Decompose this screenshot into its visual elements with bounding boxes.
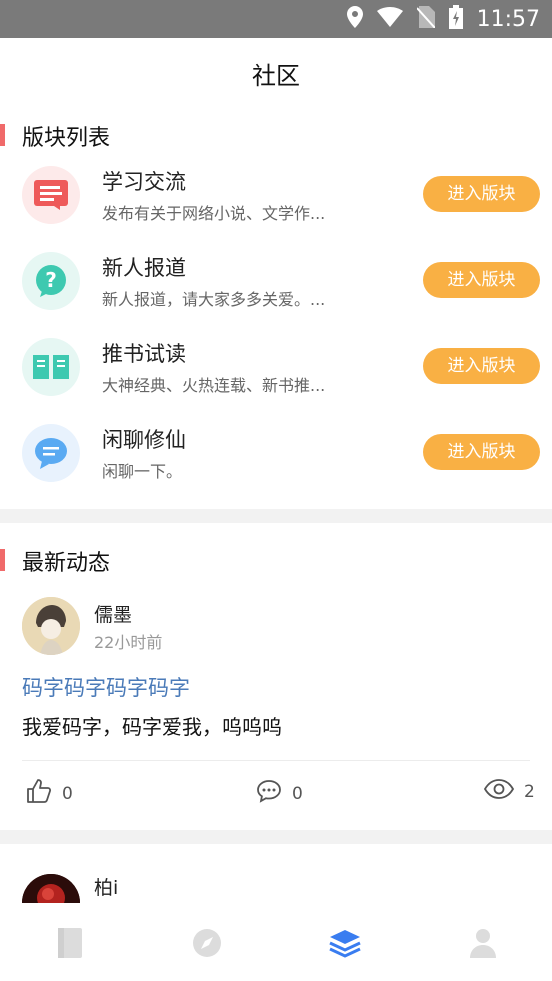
- wifi-icon: [376, 7, 403, 31]
- discover-icon[interactable]: [189, 925, 225, 961]
- board-item-recommend[interactable]: 推书试读 大神经典、火热连载、新书推... 进入版块: [0, 338, 552, 424]
- post-body: 我爱码字，码字爱我，呜呜呜: [22, 715, 282, 739]
- board-item-chat[interactable]: 闲聊修仙 闲聊一下。 进入版块: [0, 424, 552, 510]
- community-icon[interactable]: [327, 925, 363, 961]
- board-description: 发布有关于网络小说、文学作...: [102, 204, 326, 223]
- board-description: 大神经典、火热连载、新书推...: [102, 376, 326, 395]
- comment-action[interactable]: 0: [256, 778, 303, 809]
- svg-text:?: ?: [45, 268, 57, 292]
- no-sim-icon: [415, 6, 436, 32]
- post-divider: [22, 760, 530, 761]
- profile-icon[interactable]: [465, 925, 501, 961]
- chat-icon: [22, 424, 80, 482]
- post-username: 儒墨: [94, 604, 133, 626]
- section-divider: [0, 830, 552, 844]
- enter-board-button[interactable]: 进入版块: [423, 434, 540, 470]
- question-icon: ?: [22, 252, 80, 310]
- board-description: 闲聊一下。: [102, 462, 183, 481]
- board-name: 新人报道: [102, 256, 186, 280]
- comment-icon: [256, 778, 282, 809]
- thumbs-up-icon: [26, 778, 52, 809]
- board-name: 闲聊修仙: [102, 428, 186, 452]
- comment-count: 0: [292, 783, 303, 804]
- clock: 11:57: [476, 6, 540, 32]
- board-name: 推书试读: [102, 342, 186, 366]
- enter-board-button[interactable]: 进入版块: [423, 348, 540, 384]
- board-item-newcomer[interactable]: ? 新人报道 新人报道，请大家多多关爱。... 进入版块: [0, 252, 552, 338]
- view-stat: 2: [483, 778, 535, 805]
- section-accent-bar: [0, 124, 5, 146]
- eye-icon: [483, 778, 515, 805]
- boards-section-title: 版块列表: [22, 126, 111, 151]
- book-icon: [22, 338, 80, 396]
- board-description: 新人报道，请大家多多关爱。...: [102, 290, 326, 309]
- post-username: 柏i: [94, 877, 119, 899]
- feed-section-title: 最新动态: [22, 551, 111, 576]
- location-icon: [346, 6, 363, 32]
- like-action[interactable]: 0: [26, 778, 73, 809]
- page-title: 社区: [252, 62, 300, 90]
- avatar[interactable]: [22, 597, 80, 655]
- bottom-navigation: [0, 903, 552, 981]
- post-title[interactable]: 码字码字码字码字: [22, 672, 190, 702]
- enter-board-button[interactable]: 进入版块: [423, 176, 540, 212]
- bookshelf-icon[interactable]: [52, 925, 88, 961]
- enter-board-button[interactable]: 进入版块: [423, 262, 540, 298]
- board-name: 学习交流: [102, 170, 186, 194]
- status-bar: 11:57: [0, 0, 552, 38]
- section-accent-bar: [0, 549, 5, 571]
- like-count: 0: [62, 783, 73, 804]
- app-header: 社区: [0, 38, 552, 104]
- post-time: 22小时前: [94, 633, 163, 652]
- feed-section-header: 最新动态: [0, 541, 552, 581]
- board-item-study[interactable]: 学习交流 发布有关于网络小说、文学作... 进入版块: [0, 166, 552, 252]
- boards-section-header: 版块列表: [0, 116, 552, 156]
- article-icon: [22, 166, 80, 224]
- section-divider: [0, 509, 552, 523]
- view-count: 2: [524, 781, 535, 802]
- battery-charging-icon: [448, 5, 463, 33]
